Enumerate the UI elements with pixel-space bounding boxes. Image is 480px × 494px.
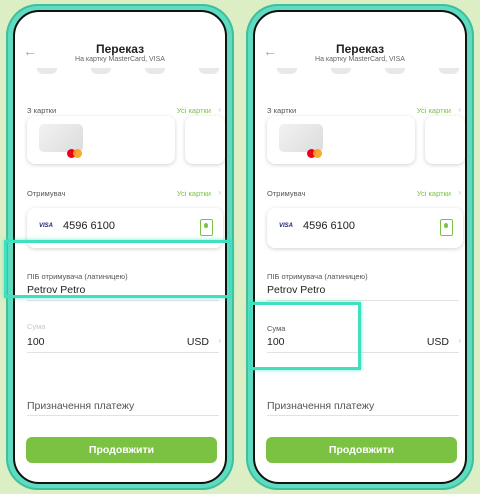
recipient-card-field[interactable]: VISA 4596 6100: [267, 208, 463, 248]
divider: [27, 352, 219, 353]
name-field-value[interactable]: Petrov Petro: [267, 284, 325, 296]
source-card-next[interactable]: [425, 116, 465, 164]
page-subtitle: На картку MasterCard, VISA: [315, 56, 405, 63]
highlight-amount-field: [249, 302, 361, 370]
page-title: Переказ: [95, 42, 145, 56]
from-card-label: З картки: [267, 106, 297, 115]
source-card-next[interactable]: [185, 116, 225, 164]
card-number: 4596 6100: [303, 220, 355, 232]
carousel-dot: [37, 68, 57, 74]
chevron-right-icon[interactable]: ›: [458, 188, 461, 197]
continue-button[interactable]: Продовжити: [266, 437, 457, 463]
all-cards-link[interactable]: Усі картки: [417, 106, 451, 115]
chevron-right-icon[interactable]: ›: [458, 336, 461, 345]
contacts-book-icon[interactable]: [440, 219, 453, 236]
source-card[interactable]: [267, 116, 415, 164]
currency-label: USD: [186, 336, 209, 348]
divider: [27, 300, 219, 301]
transfer-screen: ← Переказ На картку MasterCard, VISA З к…: [253, 10, 467, 484]
mastercard-logo-icon: [279, 124, 323, 158]
mastercard-logo-icon: [39, 124, 83, 158]
visa-logo: VISA: [279, 223, 294, 229]
mastercard-yellow-circle: [73, 149, 82, 158]
from-card-label: З картки: [27, 106, 57, 115]
carousel-indicator: [255, 68, 465, 78]
recipient-label: Отримувач: [27, 189, 66, 198]
chevron-right-icon[interactable]: ›: [218, 336, 221, 345]
carousel-indicator: [15, 68, 225, 78]
carousel-dot: [91, 68, 111, 74]
continue-button[interactable]: Продовжити: [26, 437, 217, 463]
page-subtitle: На картку MasterCard, VISA: [75, 56, 165, 63]
divider: [27, 415, 219, 416]
name-field-label: ПІБ отримувача (латиницею): [267, 272, 368, 281]
currency-label: USD: [426, 336, 449, 348]
all-cards-link[interactable]: Усі картки: [177, 106, 211, 115]
source-card[interactable]: [27, 116, 175, 164]
chevron-right-icon[interactable]: ›: [218, 188, 221, 197]
divider: [267, 415, 459, 416]
phone-frame-right: ← Переказ На картку MasterCard, VISA З к…: [246, 4, 474, 490]
carousel-dot: [439, 68, 459, 74]
purpose-field[interactable]: Призначення платежу: [267, 400, 374, 412]
visa-logo: VISA: [39, 223, 54, 229]
all-cards-link[interactable]: Усі картки: [417, 189, 451, 198]
carousel-dot: [385, 68, 405, 74]
carousel-dot: [277, 68, 297, 74]
page-title: Переказ: [335, 42, 385, 56]
divider: [267, 300, 459, 301]
amount-field-value[interactable]: 100: [27, 336, 45, 348]
header: ← Переказ На картку MasterCard, VISA: [255, 12, 465, 70]
mastercard-yellow-circle: [313, 149, 322, 158]
amount-field-label: Сума: [27, 322, 46, 331]
purpose-field[interactable]: Призначення платежу: [27, 400, 134, 412]
carousel-dot: [331, 68, 351, 74]
recipient-label: Отримувач: [267, 189, 306, 198]
chevron-right-icon[interactable]: ›: [458, 105, 461, 114]
card-number: 4596 6100: [63, 220, 115, 232]
contacts-book-icon[interactable]: [200, 219, 213, 236]
header: ← Переказ На картку MasterCard, VISA: [15, 12, 225, 70]
highlight-name-field: [4, 240, 232, 298]
chevron-right-icon[interactable]: ›: [218, 105, 221, 114]
carousel-dot: [145, 68, 165, 74]
carousel-dot: [199, 68, 219, 74]
all-cards-link[interactable]: Усі картки: [177, 189, 211, 198]
